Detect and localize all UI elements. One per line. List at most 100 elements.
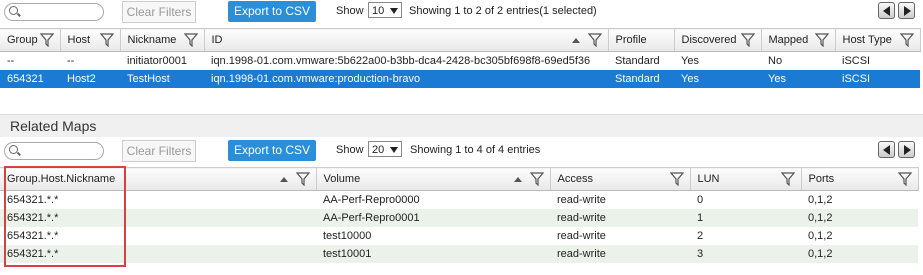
funnel-filter-icon[interactable] [295, 172, 310, 186]
column-header-ports[interactable]: Ports [801, 167, 919, 191]
related-maps-search-input[interactable] [4, 142, 104, 160]
column-label: Discovered [681, 34, 737, 46]
related-maps-title: Related Maps [10, 118, 97, 134]
table-row[interactable]: -- -- initiator0001 iqn.1998-01.com.vmwa… [0, 52, 920, 71]
funnel-filter-icon[interactable] [897, 172, 912, 186]
cell-lun: 3 [690, 245, 801, 263]
column-header-host[interactable]: Host [60, 28, 121, 52]
column-header-access[interactable]: Access [550, 167, 691, 191]
table-row[interactable]: 654321.*.* test10001 read-write 3 0,1,2 [0, 245, 918, 263]
next-page-icon [904, 145, 911, 155]
cell-mapped: No [768, 55, 783, 67]
column-label: Profile [615, 34, 647, 46]
hosts-search-input[interactable] [4, 3, 104, 21]
column-label: Mapped [768, 34, 809, 46]
cell-ports: 0,1,2 [801, 245, 918, 263]
cell-volume: test10000 [323, 230, 372, 242]
cell-discovered: Yes [674, 70, 761, 88]
hosts-entries-info: Showing 1 to 2 of 2 entries(1 selected) [409, 5, 597, 17]
column-header-nickname[interactable]: Nickname [120, 28, 205, 52]
column-label: Host [67, 34, 91, 46]
related-maps-header-row: Group.Host.Nickname Volume Access LUN Po… [0, 167, 919, 191]
related-maps-section-header: Related Maps [0, 114, 923, 137]
cell-id: iqn.1998-01.com.vmware:5b622a00-b3bb-dca… [211, 55, 591, 67]
funnel-filter-icon[interactable] [780, 172, 795, 186]
cell-access: read-write [550, 245, 690, 263]
funnel-filter-icon[interactable] [669, 172, 684, 186]
hosts-next-page-button[interactable] [898, 2, 915, 19]
column-label: Volume [323, 173, 361, 185]
table-row[interactable]: 654321.*.* AA-Perf-Repro0001 read-write … [0, 209, 918, 227]
cell-access: read-write [557, 230, 606, 242]
funnel-filter-icon[interactable] [740, 33, 755, 47]
previous-page-icon [883, 145, 890, 155]
column-label: Ports [808, 173, 835, 185]
previous-page-icon [883, 6, 890, 16]
hosts-page-size-select[interactable]: 10 [368, 2, 402, 18]
related-maps-next-page-button[interactable] [898, 141, 915, 158]
column-label: Group [7, 34, 38, 46]
column-label: Nickname [127, 34, 177, 46]
hosts-toolbar: Clear Filters Export to CSV Show 10 Show… [0, 0, 923, 24]
column-label: Access [557, 173, 593, 185]
hosts-header-row: Group Host Nickname ID Profile Discovere… [0, 28, 921, 52]
hosts-export-csv-button[interactable]: Export to CSV [228, 1, 316, 22]
cell-group: 654321 [0, 70, 60, 88]
funnel-filter-icon[interactable] [183, 33, 198, 47]
column-label: Host Type [842, 34, 892, 46]
funnel-filter-icon[interactable] [39, 33, 54, 47]
column-header-lun[interactable]: LUN [690, 167, 802, 191]
cell-ports: 0,1,2 [808, 194, 833, 206]
funnel-filter-icon[interactable] [587, 33, 602, 47]
cell-host: Host2 [60, 70, 120, 88]
cell-profile: Standard [615, 55, 660, 67]
related-maps-table: Group.Host.Nickname Volume Access LUN Po… [0, 167, 919, 263]
related-maps-toolbar: Clear Filters Export to CSV Show 20 Show… [0, 139, 923, 163]
sort-ascending-icon [571, 38, 580, 43]
column-header-profile[interactable]: Profile [608, 28, 675, 52]
chevron-down-icon [390, 147, 398, 153]
cell-lun: 0 [697, 194, 704, 206]
next-page-icon [904, 6, 911, 16]
table-row-selected[interactable]: 654321 Host2 TestHost iqn.1998-01.com.vm… [0, 70, 920, 88]
cell-lun: 2 [697, 230, 704, 242]
related-maps-export-csv-button[interactable]: Export to CSV [228, 140, 316, 161]
funnel-filter-icon[interactable] [814, 33, 829, 47]
related-maps-show-label: Show [336, 144, 364, 156]
related-maps-page-size-select[interactable]: 20 [368, 141, 402, 157]
column-header-host-type[interactable]: Host Type [835, 28, 921, 52]
hosts-page-size-value: 10 [372, 5, 385, 17]
cell-volume: AA-Perf-Repro0000 [323, 194, 420, 206]
hosts-prev-page-button[interactable] [878, 2, 895, 19]
cell-lun: 1 [690, 209, 801, 227]
column-header-id[interactable]: ID [204, 28, 609, 52]
column-header-mapped[interactable]: Mapped [761, 28, 836, 52]
cell-mapped: Yes [761, 70, 835, 88]
hosts-show-label: Show [336, 5, 364, 17]
search-icon [9, 6, 18, 15]
column-header-group[interactable]: Group [0, 28, 61, 52]
funnel-filter-icon[interactable] [529, 172, 544, 186]
hosts-table: Group Host Nickname ID Profile Discovere… [0, 28, 921, 88]
column-header-discovered[interactable]: Discovered [674, 28, 762, 52]
cell-ports: 0,1,2 [808, 230, 833, 242]
related-maps-prev-page-button[interactable] [878, 141, 895, 158]
related-maps-clear-filters-button[interactable]: Clear Filters [122, 140, 196, 162]
hosts-clear-filters-button[interactable]: Clear Filters [122, 1, 196, 23]
sort-ascending-icon [513, 177, 522, 182]
cell-access: read-write [550, 209, 690, 227]
table-row[interactable]: 654321.*.* test10000 read-write 2 0,1,2 [0, 227, 918, 245]
cell-volume: test10001 [316, 245, 550, 263]
funnel-filter-icon[interactable] [899, 33, 914, 47]
annotation-highlight-box [4, 166, 126, 267]
cell-nickname: TestHost [120, 70, 204, 88]
cell-group: -- [7, 55, 15, 67]
cell-access: read-write [557, 194, 606, 206]
column-label: LUN [697, 173, 720, 185]
cell-profile: Standard [608, 70, 674, 88]
cell-host: -- [67, 55, 75, 67]
column-header-volume[interactable]: Volume [316, 167, 551, 191]
cell-id: iqn.1998-01.com.vmware:production-bravo [204, 70, 608, 88]
table-row[interactable]: 654321.*.* AA-Perf-Repro0000 read-write … [0, 191, 918, 210]
funnel-filter-icon[interactable] [99, 33, 114, 47]
